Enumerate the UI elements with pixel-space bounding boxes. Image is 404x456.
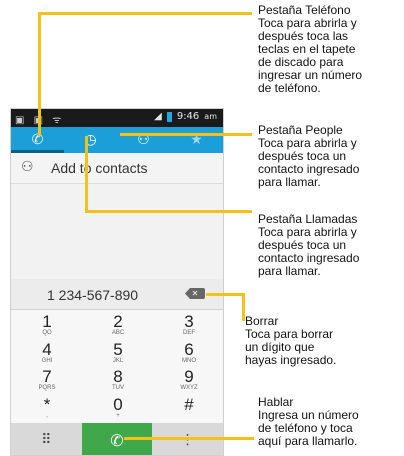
key-3[interactable]: 3 DEF [154,312,223,341]
callout-line-borrar-h [206,293,244,296]
key-5[interactable]: 5 JKL [83,341,153,369]
key-digit: 0 [113,395,123,414]
key-letters: + [116,413,120,419]
key-8[interactable]: 8 TUV [83,368,153,396]
key-letters: JKL [112,358,124,364]
key-letters: DEF [183,330,195,336]
clock-ampm: am [204,112,217,121]
tab-favorites[interactable]: ★ [170,127,223,153]
signal-icon: ◢ [154,111,162,122]
phone-screen: ▣ ▣ ᯤ ◢ 9:46 am ✆ ◷ ⚇ ★ ⚇ Add to contact… [10,108,224,456]
key-letters: GHI [41,358,53,364]
callout-telefono: Pestaña Teléfono Toca para abrirla y des… [258,4,362,95]
add-contact-icon: ⚇ [21,159,34,175]
key-letters: ABC [111,330,125,336]
key-0[interactable]: 0 + [83,396,153,424]
dialer-tabs: ✆ ◷ ⚇ ★ [11,127,223,153]
add-to-contacts-row[interactable]: ⚇ Add to contacts [11,153,223,184]
dialpad-toggle-button[interactable]: ⠿ [11,423,82,455]
dialpad-icon: ⠿ [41,432,52,448]
key-letters: TUV [112,385,124,391]
dialed-number-row: 1 234-567-890 ✕ [11,279,223,310]
callout-line-llamadas-h [85,210,252,213]
more-vertical-icon: ⋮ [180,432,195,448]
key-digit: 7 [42,367,52,386]
callout-people: Pestaña People Toca para abrirla y despu… [258,124,359,189]
callout-line-llamadas-v [85,136,88,212]
key-hash[interactable]: # [154,395,223,424]
key-digit: 2 [113,312,123,331]
key-digit: 1 [42,312,52,331]
keypad: 1 QO 2 ABC 3 DEF 4 GHI 5 JKL 6 MNO 7 PQRS 8 TUV … [11,310,223,423]
callout-line-people [120,133,252,136]
callout-text: de teléfono. [258,81,321,95]
callout-llamadas: Pestaña Llamadas Toca para abrirla y des… [258,213,359,278]
phone-call-icon: ✆ [110,430,124,450]
key-1[interactable]: 1 QO [12,313,82,341]
callout-text: para llamar. [258,175,321,189]
callout-line-telefono [38,12,41,136]
key-6[interactable]: 6 MNO [154,340,223,369]
dialed-number: 1 234-567-890 [47,287,139,303]
key-digit: 4 [42,340,52,359]
status-bar: ▣ ▣ ᯤ ◢ 9:46 am [11,109,223,127]
key-letters: QO [42,330,52,336]
key-7[interactable]: 7 PQRS [12,368,82,396]
key-digit: 9 [184,367,194,386]
key-digit: 8 [113,367,123,386]
key-letters: MNO [182,358,196,364]
key-digit: 6 [184,340,194,359]
key-9[interactable]: 9 WXYZ [154,367,223,396]
key-digit: 5 [113,340,123,359]
add-to-contacts-label: Add to contacts [51,160,148,176]
key-digit: 3 [184,312,194,331]
callout-borrar: Borrar Toca para borrar un dígito que ha… [245,315,336,367]
key-digit: * [43,395,51,414]
backspace-icon[interactable]: ✕ [185,288,205,299]
clock-time: 9:46 [176,111,200,122]
callout-text: para llamar. [258,264,321,278]
callout-line-telefono-h [38,12,252,15]
status-right: ◢ 9:46 am [154,111,217,122]
battery-icon [166,111,172,122]
callout-text: hayas ingresado. [245,353,337,367]
callout-hablar: Hablar Ingresa un número de teléfono y t… [258,396,359,448]
tab-call-log[interactable]: ◷ [64,127,117,153]
key-star[interactable]: *, [12,396,82,424]
key-letters: PQRS [38,385,56,391]
key-digit: # [184,395,194,414]
callout-text: aquí para llamarlo. [258,434,358,448]
key-letters: , [46,413,48,419]
key-letters: WXYZ [180,385,198,391]
key-2[interactable]: 2 ABC [83,313,153,341]
tab-people[interactable]: ⚇ [117,127,170,153]
key-4[interactable]: 4 GHI [12,341,82,369]
callout-line-hablar [124,437,254,440]
